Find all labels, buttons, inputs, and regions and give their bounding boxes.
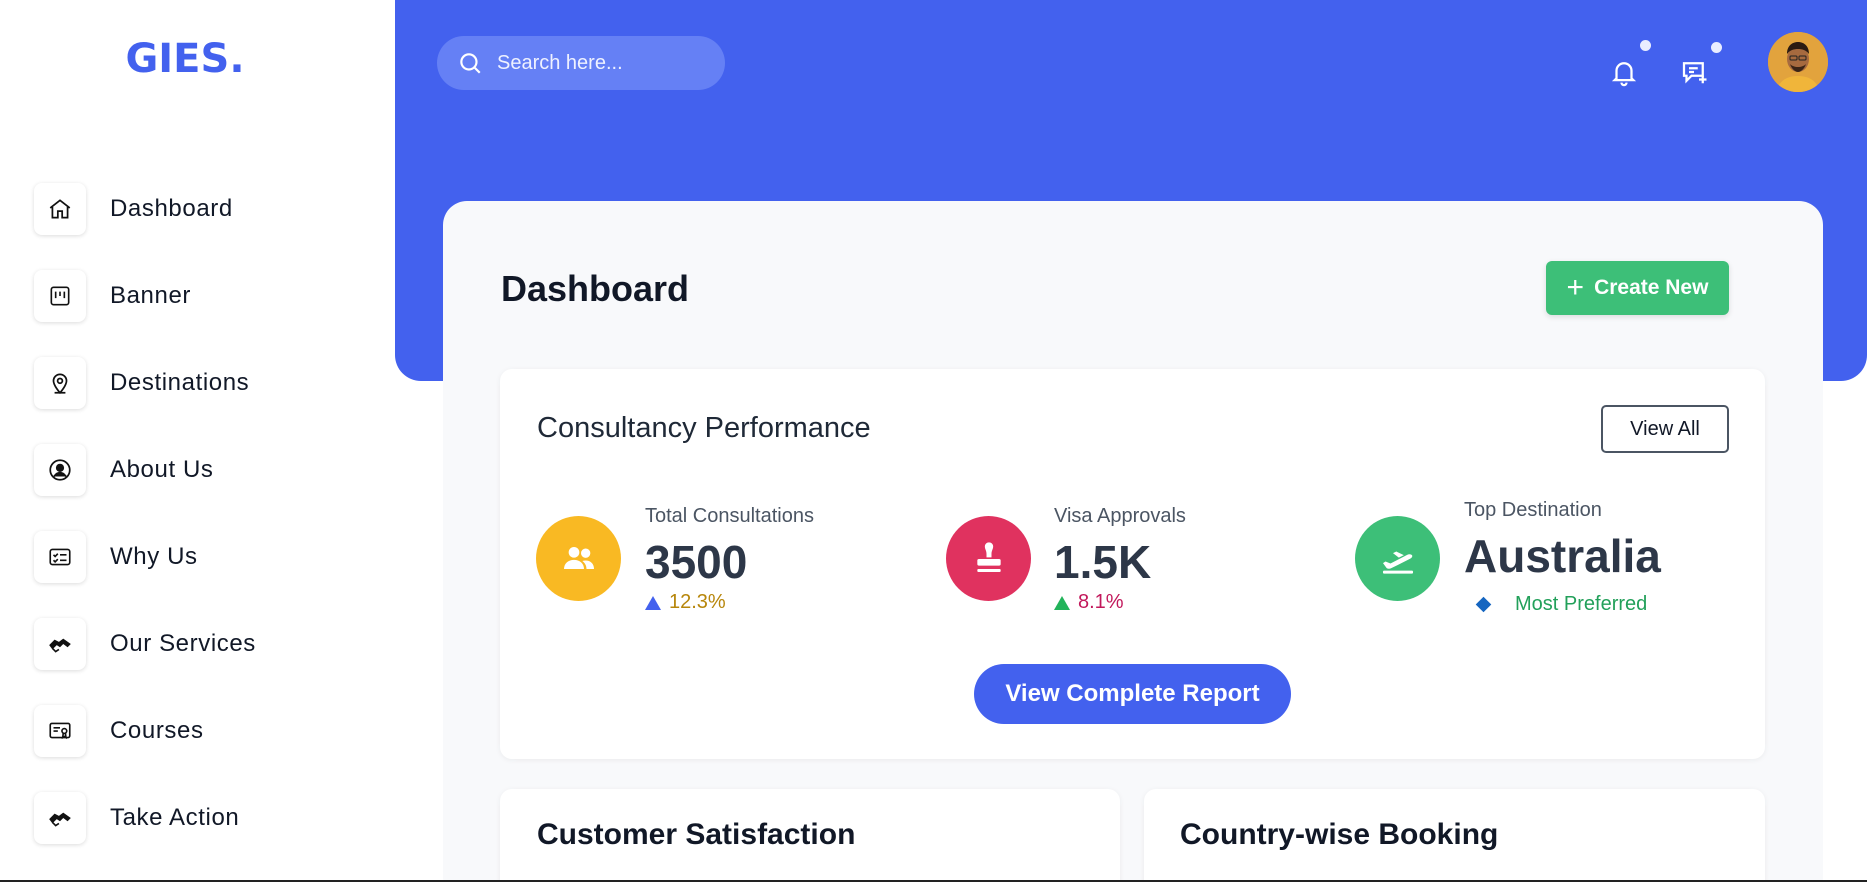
notifications-button[interactable] (1604, 52, 1644, 92)
consultations-change: 12.3% (645, 591, 726, 614)
sidebar: GIES. Dashboard Banner Destinations Abou… (0, 0, 395, 882)
checklist-card-icon (34, 531, 86, 583)
messages-button[interactable] (1674, 52, 1714, 92)
notification-dot (1640, 40, 1651, 51)
home-icon (34, 183, 86, 235)
sidebar-item-label: Why Us (110, 543, 198, 570)
sidebar-item-dashboard[interactable]: Dashboard (34, 182, 256, 236)
avatar[interactable] (1768, 32, 1828, 92)
visa-change: 8.1% (1054, 591, 1124, 614)
visa-label: Visa Approvals (1054, 505, 1186, 527)
banner-icon (34, 270, 86, 322)
handshake-icon (34, 618, 86, 670)
sidebar-item-destinations[interactable]: Destinations (34, 356, 256, 410)
consultations-change-value: 12.3% (669, 591, 726, 613)
trend-up-icon (1054, 595, 1070, 610)
message-dot (1711, 42, 1722, 53)
certificate-icon (34, 705, 86, 757)
plus-icon: + (1566, 271, 1585, 304)
bell-icon (1611, 62, 1637, 87)
sidebar-item-label: Destinations (110, 369, 250, 396)
plane-departure-icon (1382, 551, 1413, 574)
performance-title: Consultancy Performance (537, 412, 871, 444)
consultations-stat-icon (536, 516, 621, 601)
destination-change-value: Most Preferred (1515, 593, 1648, 615)
sidebar-item-about-us[interactable]: About Us (34, 443, 256, 497)
sidebar-item-courses[interactable]: Courses (34, 704, 256, 758)
stamp-icon (976, 541, 1001, 572)
sidebar-item-label: Courses (110, 717, 204, 744)
visa-value: 1.5K (1054, 536, 1152, 588)
brand-logo[interactable]: GIES. (0, 36, 370, 82)
sidebar-item-label: Our Services (110, 630, 256, 657)
sidebar-nav: Dashboard Banner Destinations About Us W… (34, 182, 256, 878)
consultations-value: 3500 (645, 536, 748, 588)
message-plus-icon (1682, 62, 1707, 84)
search-icon (460, 53, 481, 74)
trend-up-icon (645, 595, 661, 610)
sidebar-item-label: About Us (110, 456, 214, 483)
sidebar-item-label: Dashboard (110, 195, 233, 222)
view-report-button[interactable]: View Complete Report (974, 664, 1291, 724)
search-input[interactable] (497, 51, 707, 75)
handshake-icon (34, 792, 86, 844)
customer-satisfaction-title: Customer Satisfaction (537, 818, 856, 851)
sidebar-item-banner[interactable]: Banner (34, 269, 256, 323)
sidebar-item-take-action[interactable]: Take Action (34, 791, 256, 845)
sidebar-item-our-services[interactable]: Our Services (34, 617, 256, 671)
sidebar-item-label: Take Action (110, 804, 240, 831)
diamond-icon (1475, 596, 1492, 613)
sidebar-item-label: Banner (110, 282, 191, 309)
country-booking-title: Country-wise Booking (1180, 818, 1499, 851)
user-circle-icon (34, 444, 86, 496)
search-bar[interactable] (437, 36, 725, 90)
destination-change: Most Preferred (1474, 593, 1647, 616)
view-all-button[interactable]: View All (1601, 405, 1729, 453)
consultations-label: Total Consultations (645, 505, 814, 527)
users-icon (563, 546, 594, 569)
create-new-button[interactable]: + Create New (1546, 261, 1729, 315)
visa-change-value: 8.1% (1078, 591, 1124, 613)
map-pin-icon (34, 357, 86, 409)
destination-label: Top Destination (1464, 499, 1602, 521)
page-title: Dashboard (501, 268, 690, 309)
visa-stat-icon (946, 516, 1031, 601)
destination-value: Australia (1464, 530, 1661, 582)
destination-stat-icon (1355, 516, 1440, 601)
create-new-label: Create New (1594, 276, 1709, 299)
sidebar-item-why-us[interactable]: Why Us (34, 530, 256, 584)
